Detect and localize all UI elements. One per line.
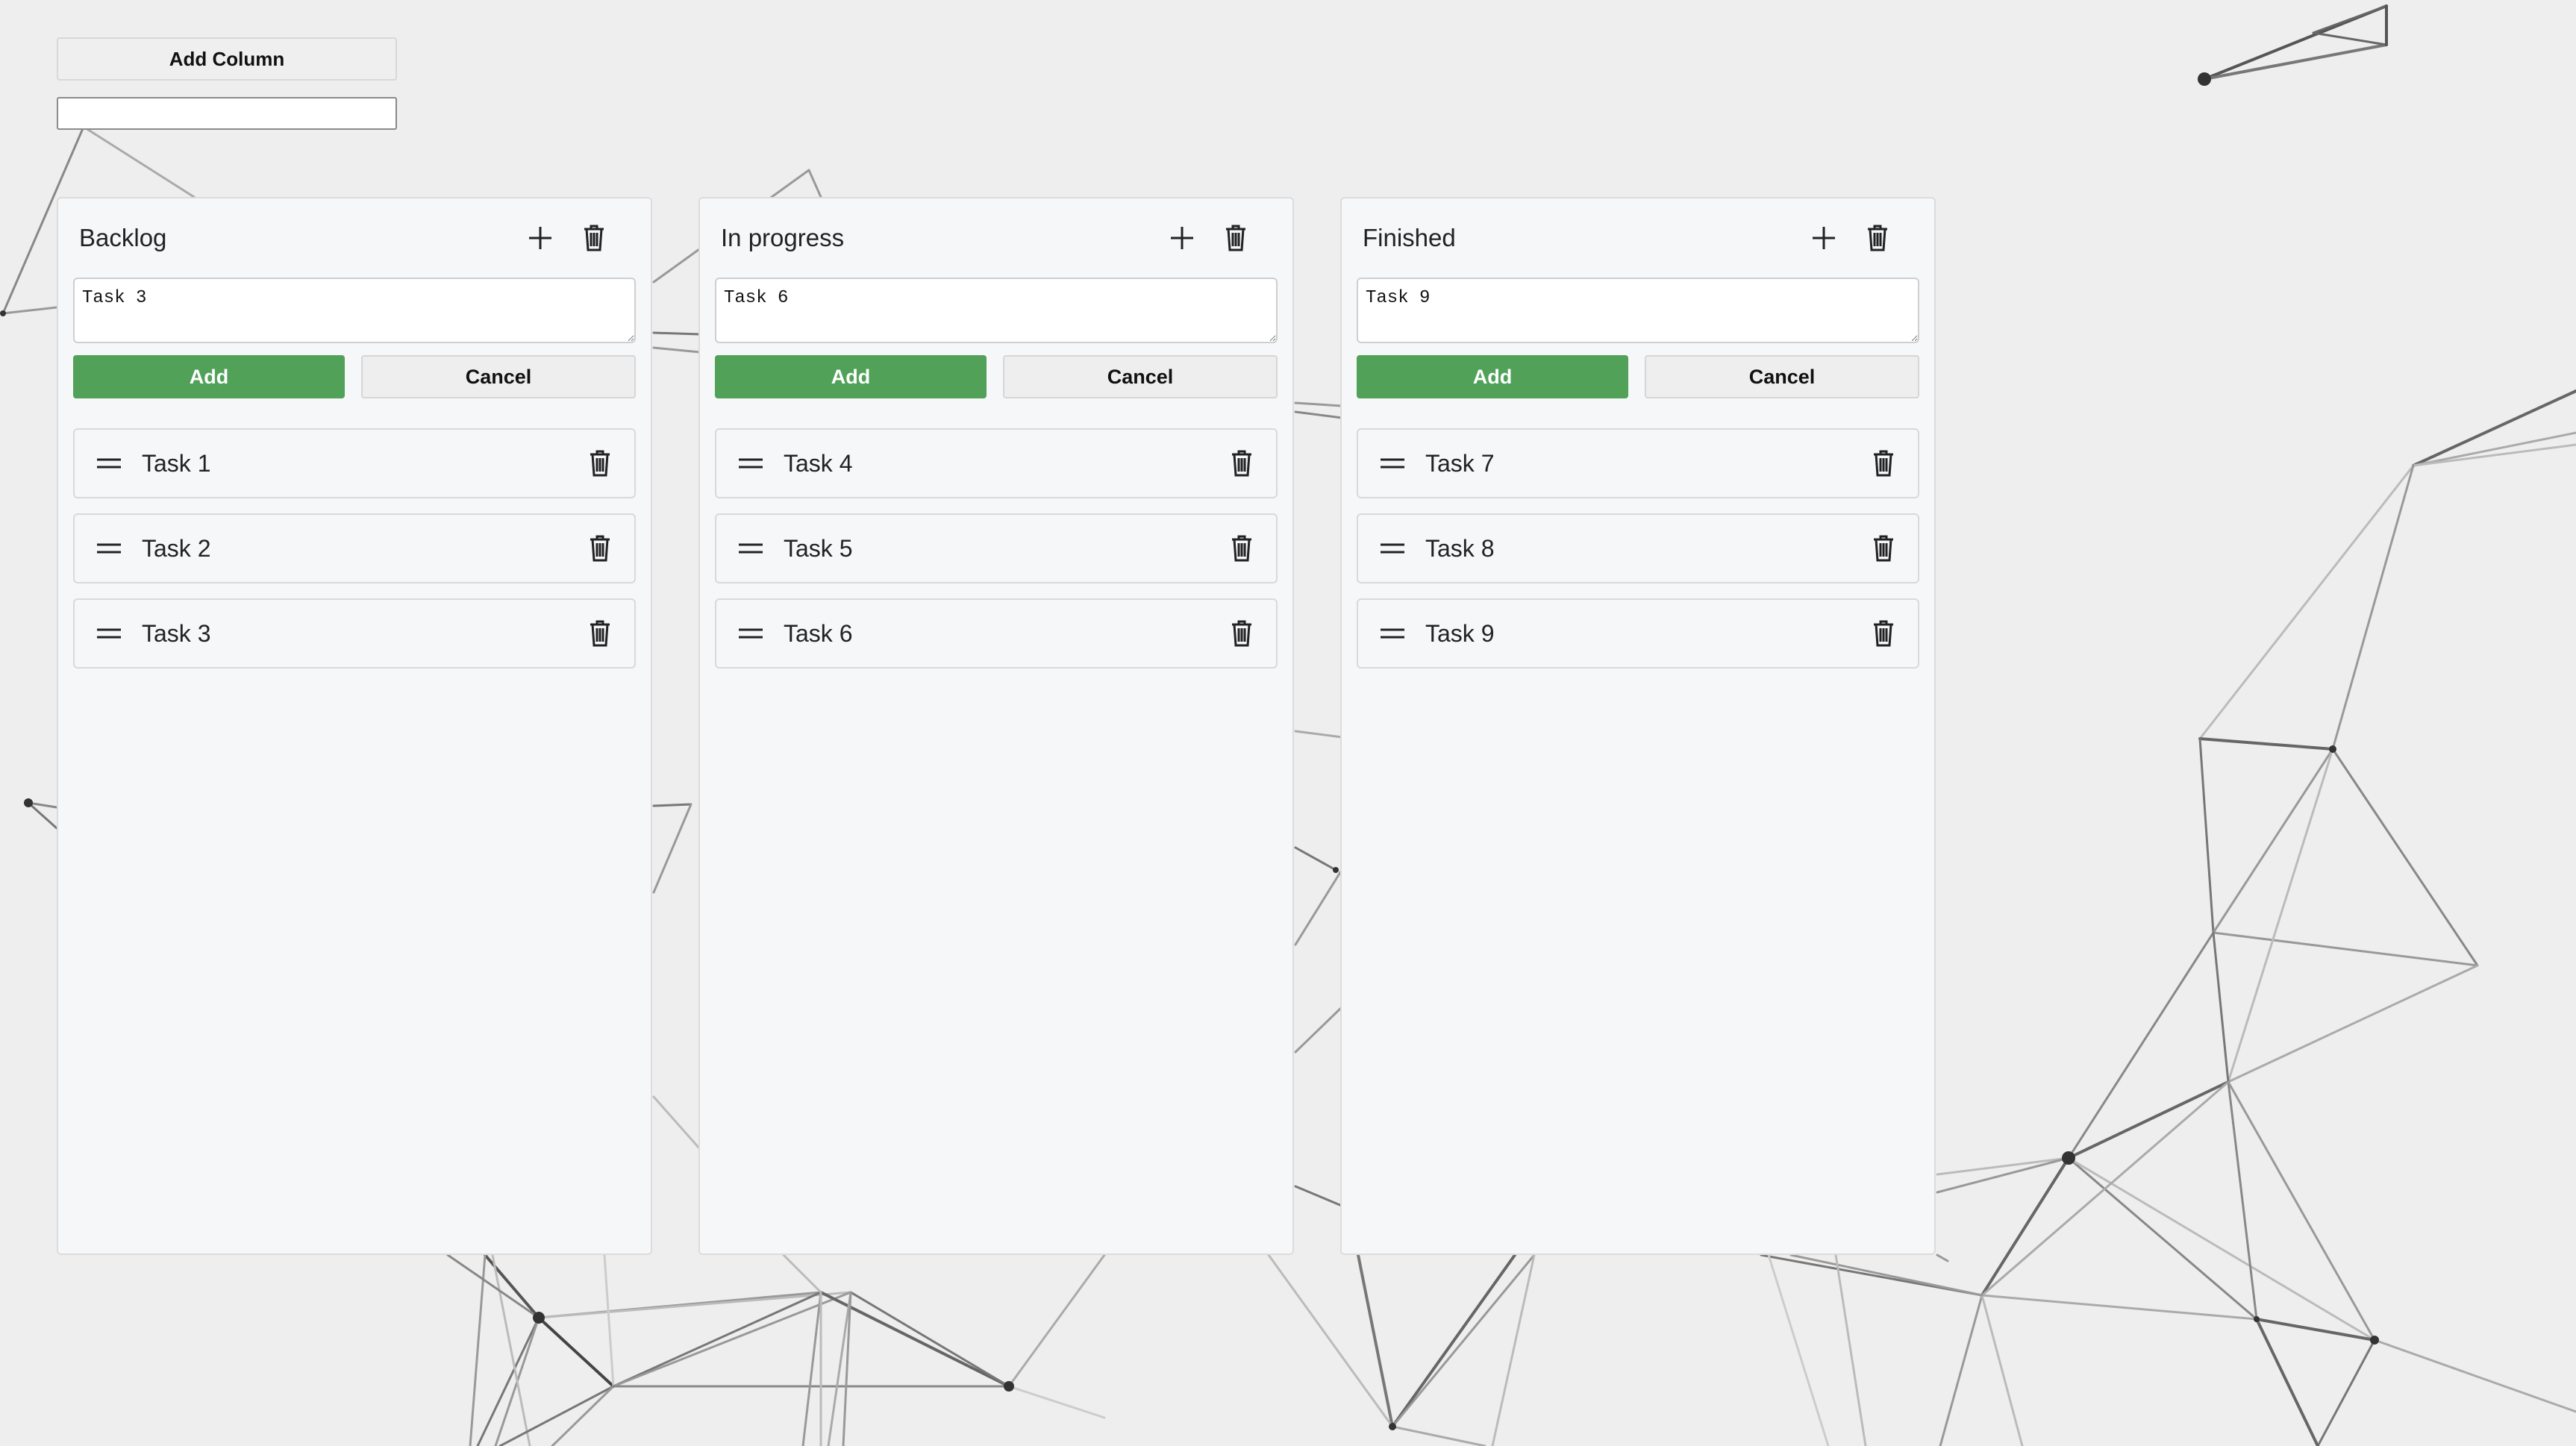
task-label: Task 8 xyxy=(1425,534,1495,562)
new-task-textarea[interactable]: Task 9 xyxy=(1357,278,1919,343)
task-card[interactable]: Task 7 xyxy=(1357,428,1919,498)
column-header: In progress xyxy=(715,198,1278,278)
drag-handle-icon[interactable] xyxy=(94,619,124,648)
kanban-board: Backlog Task 3 Add Cancel Task 1 Task 2 … xyxy=(57,197,1936,1255)
trash-icon[interactable] xyxy=(1857,217,1898,259)
task-card[interactable]: Task 6 xyxy=(715,598,1278,669)
trash-icon[interactable] xyxy=(1867,442,1900,484)
task-label: Task 5 xyxy=(784,534,853,562)
trash-icon[interactable] xyxy=(1225,528,1258,569)
column-finished: Finished Task 9 Add Cancel Task 7 Task 8… xyxy=(1340,197,1936,1255)
drag-handle-icon[interactable] xyxy=(1378,619,1407,648)
column-backlog: Backlog Task 3 Add Cancel Task 1 Task 2 … xyxy=(57,197,652,1255)
trash-icon[interactable] xyxy=(1867,528,1900,569)
plus-icon[interactable] xyxy=(1161,217,1203,259)
task-card[interactable]: Task 4 xyxy=(715,428,1278,498)
toolbar: Add Column xyxy=(57,37,397,130)
task-label: Task 1 xyxy=(142,449,211,477)
cancel-button[interactable]: Cancel xyxy=(1003,355,1278,398)
task-card[interactable]: Task 1 xyxy=(73,428,636,498)
new-task-actions: Add Cancel xyxy=(73,355,636,398)
column-name-input[interactable] xyxy=(57,97,397,130)
new-task-actions: Add Cancel xyxy=(715,355,1278,398)
task-card[interactable]: Task 2 xyxy=(73,513,636,583)
trash-icon[interactable] xyxy=(584,528,616,569)
drag-handle-icon[interactable] xyxy=(736,448,766,478)
add-column-button[interactable]: Add Column xyxy=(57,37,397,81)
trash-icon[interactable] xyxy=(1225,442,1258,484)
new-task-textarea[interactable]: Task 3 xyxy=(73,278,636,343)
column-header: Backlog xyxy=(73,198,636,278)
task-list: Task 4 Task 5 Task 6 xyxy=(715,428,1278,669)
plus-icon[interactable] xyxy=(1803,217,1845,259)
task-label: Task 4 xyxy=(784,449,853,477)
task-label: Task 3 xyxy=(142,619,211,647)
cancel-button[interactable]: Cancel xyxy=(1645,355,1919,398)
trash-icon[interactable] xyxy=(1867,613,1900,654)
drag-handle-icon[interactable] xyxy=(1378,448,1407,478)
task-label: Task 7 xyxy=(1425,449,1495,477)
column-title: Finished xyxy=(1363,224,1456,251)
trash-icon[interactable] xyxy=(573,217,615,259)
task-card[interactable]: Task 8 xyxy=(1357,513,1919,583)
column-in-progress: In progress Task 6 Add Cancel Task 4 Tas… xyxy=(698,197,1294,1255)
plus-icon[interactable] xyxy=(519,217,561,259)
task-list: Task 7 Task 8 Task 9 xyxy=(1357,428,1919,669)
task-label: Task 6 xyxy=(784,619,853,647)
drag-handle-icon[interactable] xyxy=(94,448,124,478)
add-task-button[interactable]: Add xyxy=(73,355,345,398)
trash-icon[interactable] xyxy=(584,613,616,654)
new-task-actions: Add Cancel xyxy=(1357,355,1919,398)
cancel-button[interactable]: Cancel xyxy=(361,355,636,398)
add-task-button[interactable]: Add xyxy=(1357,355,1628,398)
task-list: Task 1 Task 2 Task 3 xyxy=(73,428,636,669)
task-card[interactable]: Task 9 xyxy=(1357,598,1919,669)
trash-icon[interactable] xyxy=(1215,217,1257,259)
drag-handle-icon[interactable] xyxy=(94,533,124,563)
drag-handle-icon[interactable] xyxy=(736,619,766,648)
task-label: Task 9 xyxy=(1425,619,1495,647)
trash-icon[interactable] xyxy=(1225,613,1258,654)
trash-icon[interactable] xyxy=(584,442,616,484)
new-task-textarea[interactable]: Task 6 xyxy=(715,278,1278,343)
add-task-button[interactable]: Add xyxy=(715,355,987,398)
column-title: Backlog xyxy=(79,224,167,251)
drag-handle-icon[interactable] xyxy=(736,533,766,563)
task-card[interactable]: Task 3 xyxy=(73,598,636,669)
task-card[interactable]: Task 5 xyxy=(715,513,1278,583)
column-title: In progress xyxy=(721,224,845,251)
drag-handle-icon[interactable] xyxy=(1378,533,1407,563)
column-header: Finished xyxy=(1357,198,1919,278)
task-label: Task 2 xyxy=(142,534,211,562)
